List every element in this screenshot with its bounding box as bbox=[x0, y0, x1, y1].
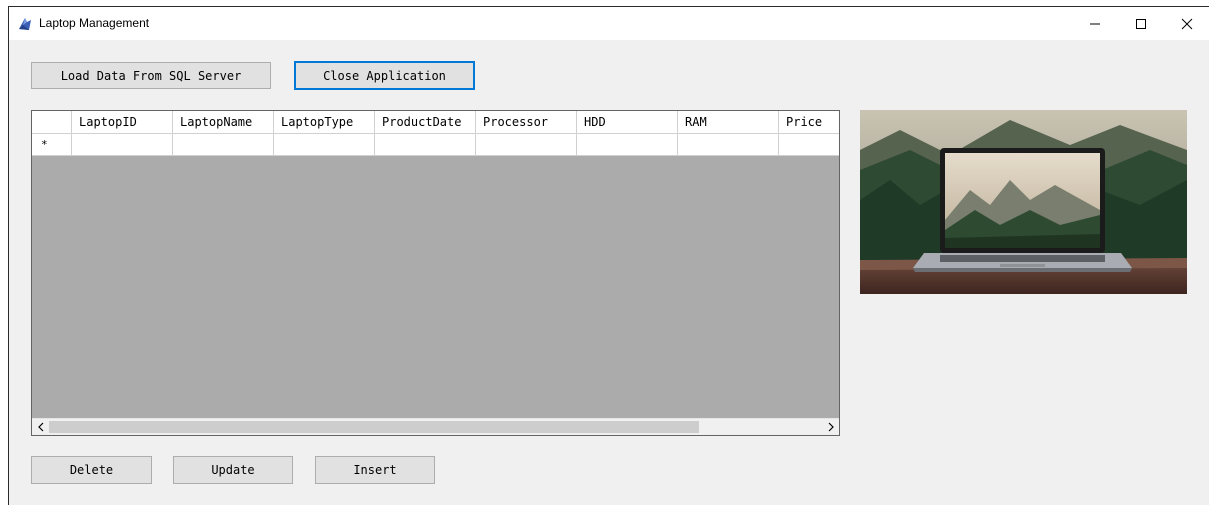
minimize-icon bbox=[1090, 23, 1100, 25]
app-window: Laptop Management Load Data From SQL Ser… bbox=[8, 6, 1209, 505]
new-row-cell-processor[interactable] bbox=[476, 134, 577, 156]
chevron-right-icon bbox=[828, 422, 834, 432]
new-row-cell-ram[interactable] bbox=[678, 134, 779, 156]
new-row[interactable]: * bbox=[32, 134, 839, 156]
new-row-cell-price[interactable] bbox=[779, 134, 839, 156]
new-row-cell-laptoptype[interactable] bbox=[274, 134, 375, 156]
laptop-data-grid[interactable]: LaptopID LaptopName LaptopType ProductDa… bbox=[31, 110, 840, 436]
close-icon bbox=[1181, 18, 1193, 30]
delete-button[interactable]: Delete bbox=[31, 456, 152, 484]
column-header-hdd[interactable]: HDD bbox=[577, 111, 678, 133]
column-header-laptopname[interactable]: LaptopName bbox=[173, 111, 274, 133]
close-window-button[interactable] bbox=[1164, 7, 1209, 40]
grid-header-row: LaptopID LaptopName LaptopType ProductDa… bbox=[32, 111, 839, 134]
new-row-cell-productdate[interactable] bbox=[375, 134, 476, 156]
load-data-button[interactable]: Load Data From SQL Server bbox=[31, 62, 271, 89]
new-row-cell-laptopname[interactable] bbox=[173, 134, 274, 156]
column-header-laptoptype[interactable]: LaptopType bbox=[274, 111, 375, 133]
new-row-marker[interactable]: * bbox=[32, 134, 72, 156]
title-bar[interactable]: Laptop Management bbox=[9, 7, 1209, 40]
horizontal-scrollbar[interactable] bbox=[32, 418, 839, 435]
column-header-productdate[interactable]: ProductDate bbox=[375, 111, 476, 133]
scroll-thumb[interactable] bbox=[49, 421, 699, 433]
window-title: Laptop Management bbox=[39, 16, 150, 30]
chevron-left-icon bbox=[37, 422, 43, 432]
laptop-picture bbox=[860, 110, 1187, 294]
app-icon bbox=[19, 18, 31, 30]
column-header-laptopid[interactable]: LaptopID bbox=[72, 111, 173, 133]
grid-corner-cell[interactable] bbox=[32, 111, 72, 133]
update-button[interactable]: Update bbox=[173, 456, 293, 484]
scroll-right-button[interactable] bbox=[822, 419, 839, 435]
insert-button[interactable]: Insert bbox=[315, 456, 435, 484]
column-header-processor[interactable]: Processor bbox=[476, 111, 577, 133]
maximize-icon bbox=[1136, 19, 1146, 29]
new-row-cell-laptopid[interactable] bbox=[72, 134, 173, 156]
column-header-price[interactable]: Price bbox=[779, 111, 839, 133]
column-header-ram[interactable]: RAM bbox=[678, 111, 779, 133]
minimize-button[interactable] bbox=[1072, 7, 1118, 40]
close-application-button[interactable]: Close Application bbox=[294, 61, 475, 90]
maximize-button[interactable] bbox=[1118, 7, 1164, 40]
new-row-cell-hdd[interactable] bbox=[577, 134, 678, 156]
scroll-left-button[interactable] bbox=[32, 419, 49, 435]
